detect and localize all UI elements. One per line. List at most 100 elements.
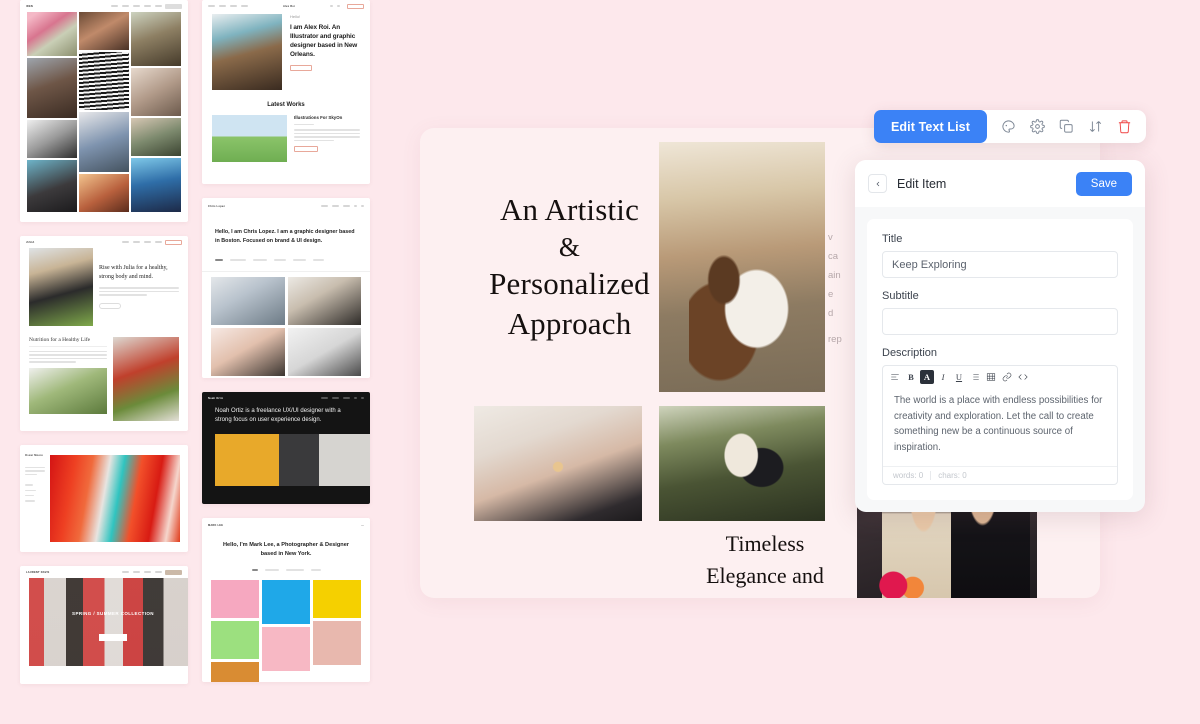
template-logo: Noah Ortiz <box>208 397 223 400</box>
template-card-julia-wellness[interactable]: JULIA Rise with Julia for a healthy, str… <box>20 236 188 431</box>
link-icon[interactable] <box>1000 370 1014 384</box>
toolbar-icon-group <box>987 114 1142 140</box>
template-heading: Noah Ortiz is a freelance UX/UI designer… <box>215 407 357 426</box>
subtitle-input[interactable] <box>882 308 1118 335</box>
template-logo: Oscar Moore <box>25 454 45 457</box>
template-card-fashion-collection[interactable]: LAURENT DAVIS SPRING / SUMMER COLLECTION <box>20 566 188 684</box>
template-nav <box>122 571 162 572</box>
photo <box>79 174 129 212</box>
editor-toolbar: B A I U <box>883 366 1117 388</box>
save-button[interactable]: Save <box>1076 172 1132 196</box>
photo <box>113 337 179 421</box>
rich-text-editor: B A I U <box>882 365 1118 485</box>
subtitle-field-label: Subtitle <box>882 290 1118 302</box>
caption-line-1: Timeless <box>726 531 805 556</box>
table-icon[interactable] <box>984 370 998 384</box>
gallery-column-1: IDEN <box>20 0 188 698</box>
photo <box>211 328 285 376</box>
template-logo: LAURENT DAVIS <box>26 571 49 574</box>
template-card-noah-ortiz[interactable]: Noah Ortiz Noah Ortiz is a freelance UX/… <box>202 392 370 504</box>
text-color-icon[interactable]: A <box>920 370 934 384</box>
template-heading: Hello, I'm Mark Lee, a Photographer & De… <box>222 541 350 559</box>
template-nav <box>321 205 364 206</box>
headline-line-2: Personalized <box>489 266 650 301</box>
template-button <box>99 303 121 309</box>
template-cta <box>165 240 182 245</box>
template-cta <box>165 570 182 575</box>
photo <box>211 580 259 618</box>
photo <box>288 277 362 325</box>
template-nav <box>122 241 162 242</box>
template-heading: Rise with Julia for a healthy, strong bo… <box>99 264 179 281</box>
photo <box>262 580 310 624</box>
canvas-photo-hands-ring[interactable] <box>474 406 642 521</box>
panel-body: Title Subtitle Description B A I U <box>855 207 1145 512</box>
template-subheading: Nutrition for a Healthy Life <box>29 337 107 347</box>
duplicate-icon[interactable] <box>1054 114 1080 140</box>
template-logo: MARK LEE <box>208 524 223 527</box>
headline-ampersand: & <box>452 230 687 265</box>
edit-text-list-button[interactable]: Edit Text List <box>874 110 987 143</box>
template-card-portrait-grid[interactable]: IDEN <box>20 0 188 222</box>
photo <box>131 12 181 66</box>
align-icon[interactable] <box>888 370 902 384</box>
panel-title: Edit Item <box>897 177 946 191</box>
template-nav <box>361 525 364 526</box>
photo <box>212 14 282 90</box>
code-icon[interactable] <box>1016 370 1030 384</box>
chevron-left-icon[interactable] <box>868 174 887 193</box>
template-card-abstract-art[interactable]: Oscar Moore <box>20 445 188 552</box>
gear-icon[interactable] <box>1025 114 1051 140</box>
photo <box>79 12 129 50</box>
template-eyebrow: Hello! <box>290 14 360 19</box>
template-topbar: LAURENT DAVIS <box>20 566 188 578</box>
template-topbar: Chris Lopez <box>202 198 370 214</box>
template-button <box>290 65 312 71</box>
bold-icon[interactable]: B <box>904 370 918 384</box>
canvas-photo-couple-embrace[interactable] <box>659 142 825 392</box>
trash-icon[interactable] <box>1112 114 1138 140</box>
photo <box>313 621 361 665</box>
photo <box>79 52 129 110</box>
char-count: chars: 0 <box>938 471 966 480</box>
template-button <box>99 634 127 641</box>
panel-form-card: Title Subtitle Description B A I U <box>867 219 1133 500</box>
canvas-photo-hillside-kiss[interactable] <box>659 406 825 521</box>
editor-counters: words: 0 chars: 0 <box>883 466 1117 484</box>
description-textarea[interactable]: The world is a place with endless possib… <box>883 388 1117 466</box>
sort-icon[interactable] <box>1083 114 1109 140</box>
canvas-headline[interactable]: An Artistic & Personalized Approach <box>452 190 687 344</box>
template-topbar: JULIA <box>20 236 188 248</box>
photo <box>215 434 370 486</box>
template-topbar: Alex Roi <box>202 0 370 12</box>
photo <box>50 455 180 542</box>
photo <box>27 58 77 118</box>
template-card-mark-lee[interactable]: MARK LEE Hello, I'm Mark Lee, a Photogra… <box>202 518 370 682</box>
template-cta <box>165 4 182 9</box>
template-logo: IDEN <box>26 5 33 8</box>
template-work-title: Illustrations For SkyOn <box>294 115 360 120</box>
headline-line-1: An Artistic <box>500 192 639 227</box>
photo: SPRING / SUMMER COLLECTION <box>29 578 188 666</box>
caption-line-2: Elegance and <box>706 563 824 588</box>
list-icon[interactable] <box>968 370 982 384</box>
template-nav <box>321 397 364 398</box>
template-card-chris-lopez[interactable]: Chris Lopez Hello, I am Chris Lopez. I a… <box>202 198 370 378</box>
gallery-column-2: Alex Roi Hello! I am Alex Roi. An Illust… <box>202 0 370 696</box>
template-logo: Chris Lopez <box>208 205 225 208</box>
underline-icon[interactable]: U <box>952 370 966 384</box>
template-logo: Alex Roi <box>283 5 295 8</box>
photo <box>211 662 259 682</box>
template-overlay-text: SPRING / SUMMER COLLECTION <box>29 611 188 618</box>
italic-icon[interactable]: I <box>936 370 950 384</box>
template-topbar: Noah Ortiz <box>202 392 370 404</box>
photo <box>131 118 181 156</box>
template-topbar: MARK LEE <box>202 518 370 533</box>
title-input[interactable] <box>882 251 1118 278</box>
photo <box>29 248 93 326</box>
canvas-caption[interactable]: Timeless Elegance and <box>660 528 870 592</box>
panel-header: Edit Item Save <box>855 160 1145 207</box>
photo <box>211 621 259 659</box>
template-card-alex-roi[interactable]: Alex Roi Hello! I am Alex Roi. An Illust… <box>202 0 370 184</box>
palette-icon[interactable] <box>996 114 1022 140</box>
